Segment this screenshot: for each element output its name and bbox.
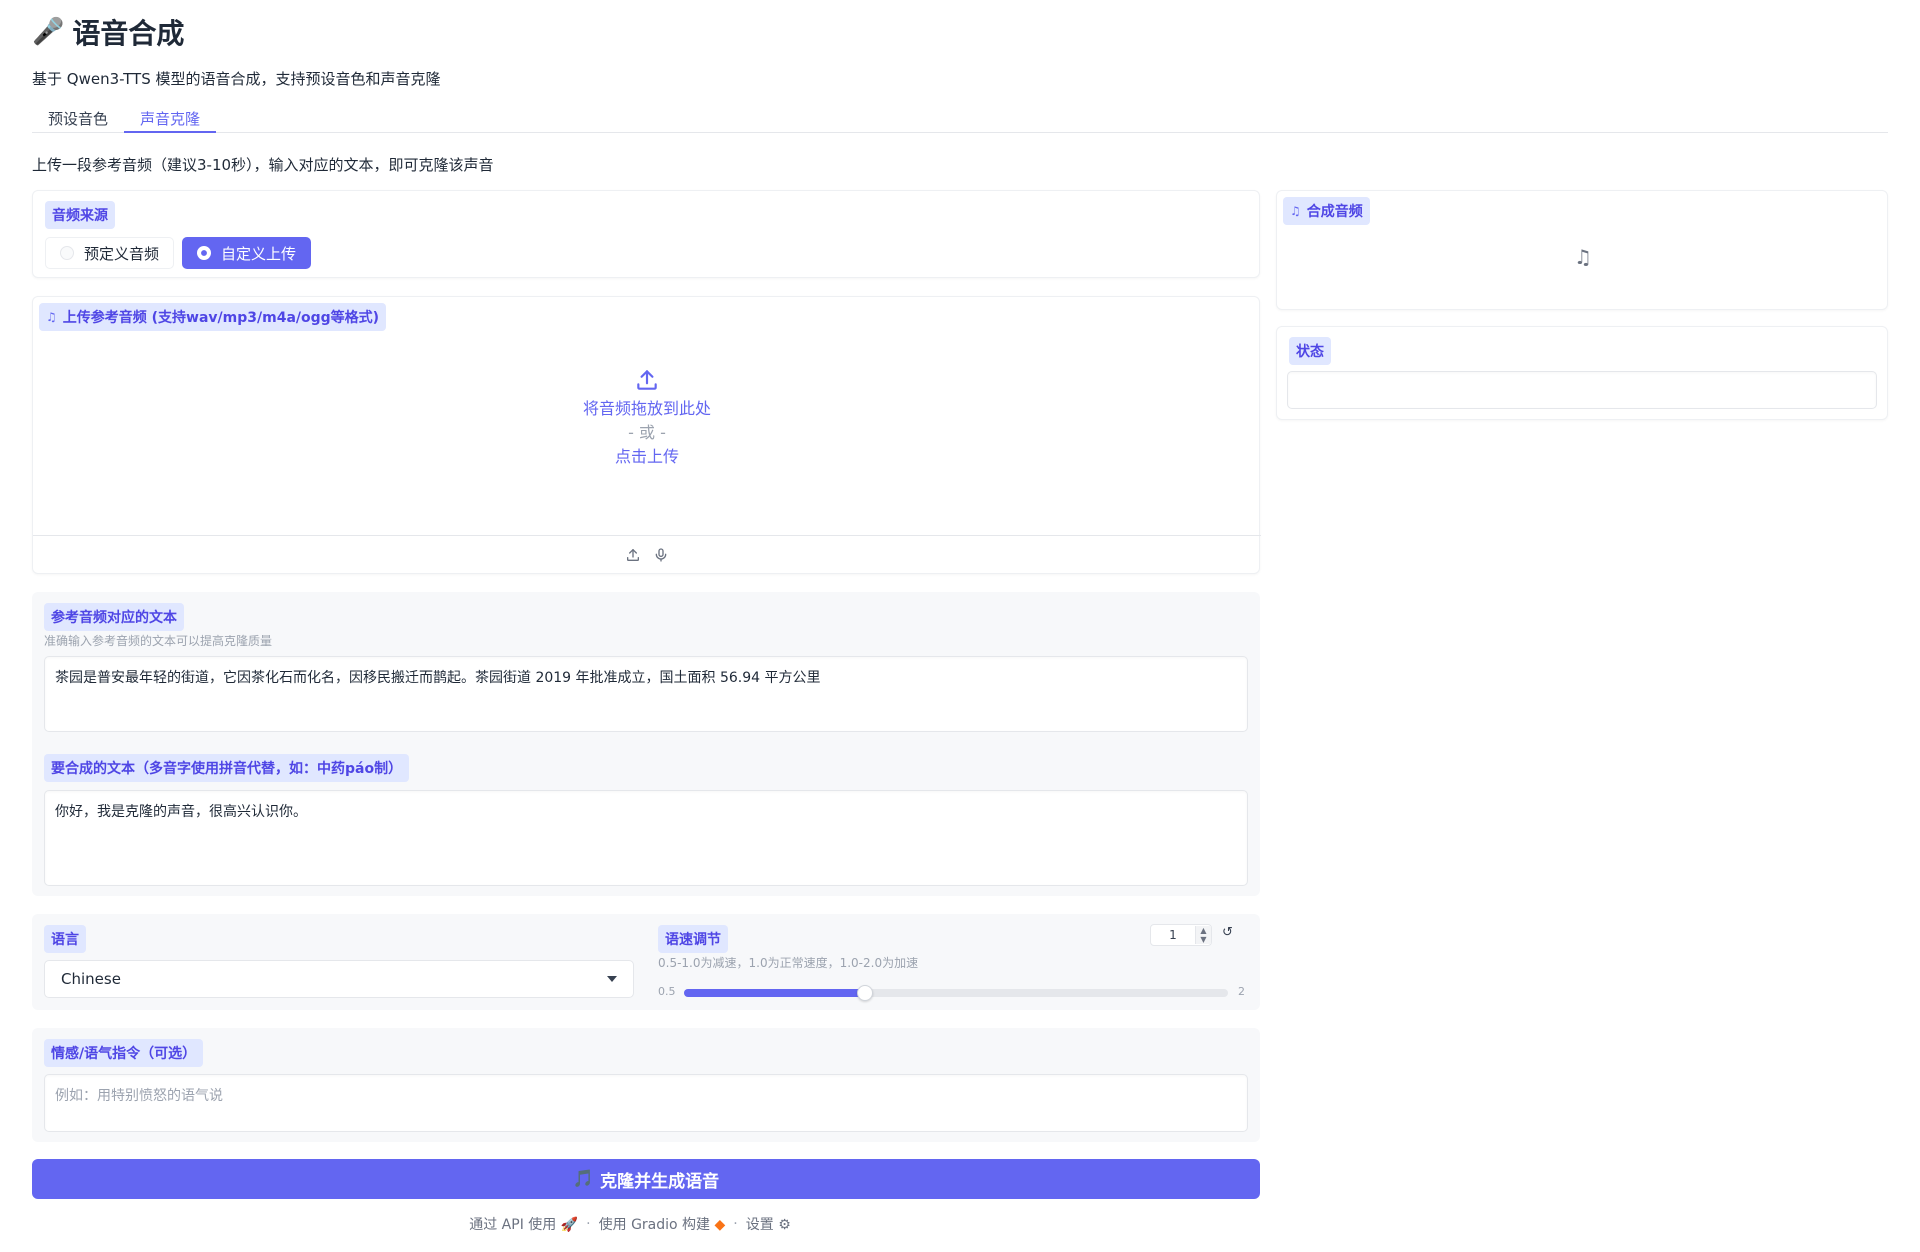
speed-max-label: 2 — [1238, 985, 1245, 998]
chevron-down-icon — [607, 976, 617, 982]
empty-audio-icon: ♫ — [1574, 245, 1592, 269]
footer-settings-text: 设置 — [745, 1217, 774, 1233]
speed-info: 0.5-1.0为减速，1.0为正常速度，1.0-2.0为加速 — [658, 956, 919, 970]
microphone-source-icon[interactable] — [653, 547, 669, 563]
radio-indicator — [60, 246, 74, 260]
language-dropdown[interactable]: Chinese — [44, 960, 634, 998]
speed-slider-fill — [684, 989, 866, 997]
upload-audio-panel: ♫ 上传参考音频 (支持wav/mp3/m4a/ogg等格式) 将音频拖放到此处… — [32, 296, 1261, 574]
instruction-input[interactable]: 例如：用特别愤怒的语气说 — [44, 1074, 1248, 1132]
output-audio-label-text: 合成音频 — [1306, 204, 1363, 220]
radio-label: 自定义上传 — [221, 244, 297, 263]
audio-source-panel: 音频来源 预定义音频 自定义上传 — [32, 190, 1260, 278]
ref-text-label: 参考音频对应的文本 — [44, 603, 184, 631]
status-panel: 状态 — [1276, 326, 1888, 420]
music-note-icon: ♫ — [1290, 204, 1301, 218]
click-upload-text[interactable]: 点击上传 — [33, 445, 1261, 469]
rocket-icon: 🚀 — [560, 1217, 579, 1233]
speed-min-label: 0.5 — [658, 985, 676, 998]
ref-text-input[interactable]: 茶园是普安最年轻的街道，它因茶化石而化名，因移民搬迁而鹊起。茶园街道 2019 … — [44, 656, 1248, 732]
radio-predefined-audio[interactable]: 预定义音频 — [45, 237, 175, 269]
upload-source-icon[interactable] — [625, 547, 641, 563]
gear-icon: ⚙ — [778, 1217, 791, 1233]
speed-slider[interactable] — [684, 985, 1228, 1001]
footer-separator: · — [586, 1216, 591, 1232]
upload-audio-label-text: 上传参考音频 (支持wav/mp3/m4a/ogg等格式) — [62, 310, 380, 326]
status-output — [1287, 371, 1877, 409]
footer-separator: · — [733, 1216, 738, 1232]
page-subtitle: 基于 Qwen3-TTS 模型的语音合成，支持预设音色和声音克隆 — [32, 70, 441, 88]
page-title: 语音合成 — [72, 17, 185, 50]
music-note-icon: ♫ — [46, 310, 57, 324]
clone-description: 上传一段参考音频（建议3-10秒），输入对应的文本，即可克隆该声音 — [32, 156, 494, 174]
language-label: 语言 — [44, 925, 86, 953]
speed-number-input[interactable]: 1 ▲ ▼ — [1150, 924, 1212, 946]
microphone-icon: 🎤 — [32, 17, 65, 47]
footer-api-link[interactable]: 通过 API 使用 🚀 — [469, 1214, 578, 1234]
output-audio-panel: ♫ 合成音频 ♫ — [1276, 190, 1888, 310]
drop-text: 将音频拖放到此处 — [582, 399, 711, 418]
tab-preset-voices[interactable]: 预设音色 — [32, 104, 124, 133]
footer-api-text: 通过 API 使用 — [469, 1217, 557, 1233]
synth-text-label: 要合成的文本（多音字使用拼音代替，如：中药páo制） — [44, 754, 410, 782]
upload-dropzone[interactable]: 将音频拖放到此处 - 或 - 点击上传 — [33, 367, 1261, 487]
radio-indicator — [197, 246, 212, 260]
tab-bar: 预设音色 声音克隆 — [32, 104, 1888, 133]
page-header: 🎤 语音合成 — [32, 12, 184, 52]
status-label: 状态 — [1289, 337, 1331, 365]
upload-icon — [637, 370, 657, 390]
speed-value: 1 — [1169, 928, 1177, 942]
footer: 通过 API 使用 🚀 · 使用 Gradio 构建 ◆ · 设置 ⚙ — [0, 1214, 1260, 1234]
tab-voice-clone[interactable]: 声音克隆 — [124, 104, 217, 133]
gradio-logo-icon: ◆ — [714, 1217, 726, 1233]
speed-label: 语速调节 — [658, 925, 728, 953]
language-value: Chinese — [61, 970, 121, 988]
instruction-label: 情感/语气指令（可选） — [44, 1039, 204, 1067]
clone-generate-button[interactable]: 🎵 克隆并生成语音 — [32, 1159, 1260, 1199]
ref-text-info: 准确输入参考音频的文本可以提高克隆质量 — [44, 634, 273, 648]
stepper-icon[interactable]: ▲ ▼ — [1195, 926, 1211, 944]
or-text: - 或 - — [628, 423, 666, 442]
footer-built-text: 使用 Gradio 构建 — [598, 1217, 711, 1233]
radio-custom-upload[interactable]: 自定义上传 — [182, 237, 312, 269]
synth-text-input[interactable]: 你好，我是克隆的声音，很高兴认识你。 — [44, 790, 1248, 886]
footer-gradio-link[interactable]: 使用 Gradio 构建 ◆ — [599, 1214, 726, 1234]
reset-icon[interactable]: ↺ — [1222, 925, 1233, 940]
radio-label: 预定义音频 — [84, 244, 160, 263]
output-audio-label: ♫ 合成音频 — [1283, 197, 1370, 225]
music-note-icon: 🎵 — [572, 1169, 595, 1189]
clone-generate-label: 克隆并生成语音 — [600, 1171, 720, 1192]
audio-source-label: 音频来源 — [45, 201, 115, 229]
upload-audio-label: ♫ 上传参考音频 (支持wav/mp3/m4a/ogg等格式) — [39, 303, 387, 331]
footer-settings-link[interactable]: 设置 ⚙ — [746, 1214, 791, 1234]
